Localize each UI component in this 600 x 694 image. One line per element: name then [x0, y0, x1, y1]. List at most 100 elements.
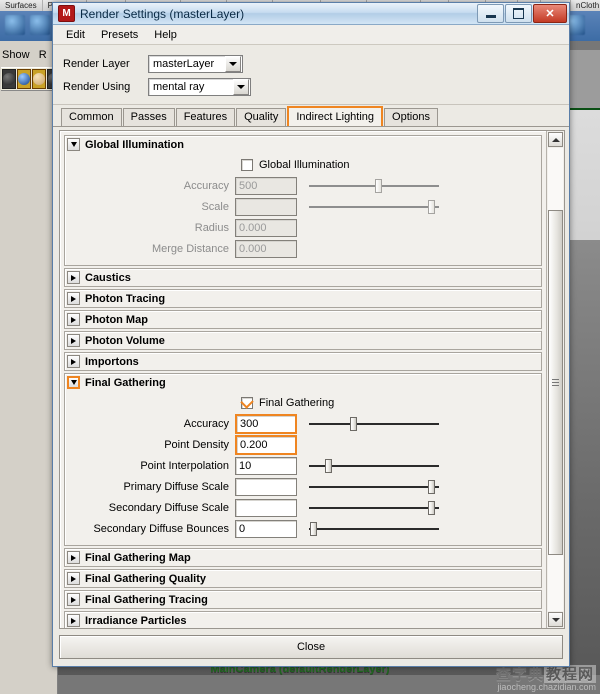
- slider-track[interactable]: [309, 184, 439, 187]
- chevron-right-icon[interactable]: [67, 593, 80, 606]
- material-swatch-tan[interactable]: [32, 69, 46, 89]
- close-window-button[interactable]: ✕: [533, 4, 567, 23]
- slider-thumb[interactable]: [428, 199, 435, 214]
- chevron-right-icon[interactable]: [67, 334, 80, 347]
- section-irradiance-particles[interactable]: Irradiance Particles: [64, 611, 542, 628]
- tab-common[interactable]: Common: [61, 108, 122, 126]
- maya-menu-ncloth[interactable]: nCloth: [571, 0, 600, 11]
- settings-scrollbar[interactable]: [546, 131, 564, 628]
- material-swatch-dark[interactable]: [2, 69, 16, 89]
- slider[interactable]: [309, 499, 439, 517]
- input-accuracy[interactable]: 500: [235, 176, 297, 195]
- section-final-gathering-map[interactable]: Final Gathering Map: [64, 548, 542, 567]
- tab-features[interactable]: Features: [175, 108, 236, 126]
- input-accuracy[interactable]: 300: [235, 413, 297, 434]
- dialog-title-bar[interactable]: M Render Settings (masterLayer) ✕: [53, 3, 569, 25]
- dialog-menu-bar[interactable]: Edit Presets Help: [53, 25, 569, 45]
- checkbox-row[interactable]: Global Illumination: [65, 155, 541, 175]
- tab-options[interactable]: Options: [384, 108, 438, 126]
- slider[interactable]: [309, 457, 439, 475]
- input-point-density[interactable]: 0.200: [235, 434, 297, 455]
- section-photon-map[interactable]: Photon Map: [64, 310, 542, 329]
- section-header[interactable]: Final Gathering Map: [65, 549, 541, 566]
- render-settings-dialog[interactable]: M Render Settings (masterLayer) ✕ Edit P…: [52, 2, 570, 667]
- input-merge-distance[interactable]: 0.000: [235, 239, 297, 258]
- slider-thumb[interactable]: [375, 178, 382, 193]
- chevron-right-icon[interactable]: [67, 271, 80, 284]
- slider-track[interactable]: [309, 527, 439, 530]
- scrollbar-track[interactable]: [548, 148, 563, 611]
- input-scale[interactable]: [235, 197, 297, 216]
- slider-track[interactable]: [309, 205, 439, 208]
- section-header[interactable]: Photon Map: [65, 311, 541, 328]
- slider-track[interactable]: [309, 506, 439, 509]
- slider-track[interactable]: [309, 422, 439, 425]
- slider-thumb[interactable]: [325, 458, 332, 473]
- section-final-gathering-tracing[interactable]: Final Gathering Tracing: [64, 590, 542, 609]
- checkbox-unchecked-icon[interactable]: [241, 159, 253, 171]
- input-secondary-diffuse-scale[interactable]: [235, 498, 297, 517]
- render-layer-dropdown[interactable]: masterLayer: [148, 54, 243, 73]
- scroll-up-button[interactable]: [548, 132, 563, 147]
- section-photon-tracing[interactable]: Photon Tracing: [64, 289, 542, 308]
- chevron-down-icon[interactable]: [67, 138, 80, 151]
- chevron-right-icon[interactable]: [67, 313, 80, 326]
- chevron-down-icon[interactable]: [233, 78, 249, 95]
- chevron-right-icon[interactable]: [67, 292, 80, 305]
- section-header[interactable]: Final Gathering Tracing: [65, 591, 541, 608]
- menu-item-edit[interactable]: Edit: [59, 28, 92, 42]
- settings-scroll-area[interactable]: Global Illumination Global Illumination Ac…: [60, 131, 546, 628]
- shelf-icon-0[interactable]: [5, 15, 25, 35]
- chevron-down-icon[interactable]: [67, 376, 80, 389]
- scrollbar-thumb[interactable]: [548, 210, 563, 555]
- chevron-right-icon[interactable]: [67, 551, 80, 564]
- shelf-icon-1[interactable]: [30, 15, 50, 35]
- chevron-right-icon[interactable]: [67, 572, 80, 585]
- tab-passes[interactable]: Passes: [122, 108, 175, 126]
- input-secondary-diffuse-bounces[interactable]: 0: [235, 519, 297, 538]
- chevron-right-icon[interactable]: [67, 614, 80, 627]
- maya-menu-surfaces[interactable]: Surfaces: [0, 0, 43, 11]
- close-button[interactable]: Close: [59, 635, 563, 659]
- section-header[interactable]: Photon Volume: [65, 332, 541, 349]
- slider[interactable]: [309, 198, 439, 216]
- render-using-dropdown[interactable]: mental ray: [148, 77, 251, 96]
- chevron-right-icon[interactable]: [67, 355, 80, 368]
- menu-item-help[interactable]: Help: [147, 28, 184, 42]
- tab-indirect-lighting[interactable]: Indirect Lighting: [287, 106, 384, 126]
- chevron-down-icon[interactable]: [225, 55, 241, 72]
- section-photon-volume[interactable]: Photon Volume: [64, 331, 542, 350]
- minimize-button[interactable]: [477, 4, 504, 23]
- slider[interactable]: [309, 520, 439, 538]
- slider[interactable]: [309, 478, 439, 496]
- slider[interactable]: [309, 415, 439, 433]
- tab-quality[interactable]: Quality: [236, 108, 287, 126]
- input-radius[interactable]: 0.000: [235, 218, 297, 237]
- section-header[interactable]: Importons: [65, 353, 541, 370]
- maximize-button[interactable]: [505, 4, 532, 23]
- section-header[interactable]: Global Illumination: [65, 136, 541, 153]
- section-header[interactable]: Photon Tracing: [65, 290, 541, 307]
- settings-tab-strip[interactable]: Common Passes Features Quality Indirect Ligh…: [53, 105, 569, 127]
- slider-track[interactable]: [309, 485, 439, 488]
- checkbox-checked-icon[interactable]: [240, 394, 254, 409]
- material-swatch-blue[interactable]: [17, 69, 31, 89]
- section-caustics[interactable]: Caustics: [64, 268, 542, 287]
- section-importons[interactable]: Importons: [64, 352, 542, 371]
- slider-thumb[interactable]: [428, 500, 435, 515]
- input-primary-diffuse-scale[interactable]: [235, 477, 297, 496]
- section-final-gathering-quality[interactable]: Final Gathering Quality: [64, 569, 542, 588]
- checkbox-row[interactable]: Final Gathering: [65, 393, 541, 413]
- slider-thumb[interactable]: [350, 416, 357, 431]
- slider-thumb[interactable]: [428, 479, 435, 494]
- slider-thumb[interactable]: [310, 521, 317, 536]
- section-header[interactable]: Caustics: [65, 269, 541, 286]
- slider[interactable]: [309, 177, 439, 195]
- section-header[interactable]: Irradiance Particles: [65, 612, 541, 628]
- material-swatch-bar[interactable]: [1, 67, 61, 91]
- section-header[interactable]: Final Gathering: [65, 374, 541, 391]
- input-point-interpolation[interactable]: 10: [235, 456, 297, 475]
- menu-item-presets[interactable]: Presets: [94, 28, 145, 42]
- section-header[interactable]: Final Gathering Quality: [65, 570, 541, 587]
- scroll-down-button[interactable]: [548, 612, 563, 627]
